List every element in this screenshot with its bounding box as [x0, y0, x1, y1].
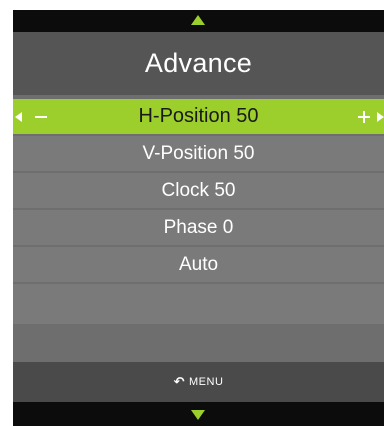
increase-control[interactable]	[358, 99, 384, 134]
top-bar	[13, 10, 384, 32]
menu-item-clock[interactable]: Clock 50	[13, 173, 384, 208]
title-bar: Advance	[13, 32, 384, 95]
menu-item-label: V-Position 50	[142, 142, 255, 164]
scroll-up-icon[interactable]	[191, 15, 205, 25]
minus-icon	[35, 115, 47, 118]
menu-label: MENU	[189, 376, 224, 388]
arrow-right-icon	[377, 111, 384, 122]
decrease-control[interactable]	[15, 99, 47, 134]
menu-item-v-position[interactable]: V-Position 50	[13, 136, 384, 171]
menu-item-auto[interactable]: Auto	[13, 247, 384, 282]
plus-icon	[358, 110, 370, 123]
osd-menu-panel: Advance H-Position 50 V-Position 50 Cloc…	[13, 10, 384, 426]
menu-item-phase[interactable]: Phase 0	[13, 210, 384, 245]
scroll-down-icon[interactable]	[191, 410, 205, 420]
menu-item-label: Clock 50	[161, 179, 236, 201]
menu-item-empty	[13, 284, 384, 324]
return-arrow-icon: ↶	[173, 374, 185, 389]
arrow-left-icon	[15, 111, 22, 122]
menu-item-h-position[interactable]: H-Position 50	[13, 99, 384, 134]
menu-item-label: Phase 0	[163, 216, 234, 238]
page-title: Advance	[144, 48, 253, 78]
menu-list: H-Position 50 V-Position 50 Clock 50 Pha…	[13, 99, 384, 326]
footer-menu-button[interactable]: ↶ MENU	[13, 362, 384, 402]
menu-item-label: H-Position 50	[138, 105, 259, 127]
menu-item-label: Auto	[178, 253, 219, 275]
bottom-bar	[13, 402, 384, 426]
